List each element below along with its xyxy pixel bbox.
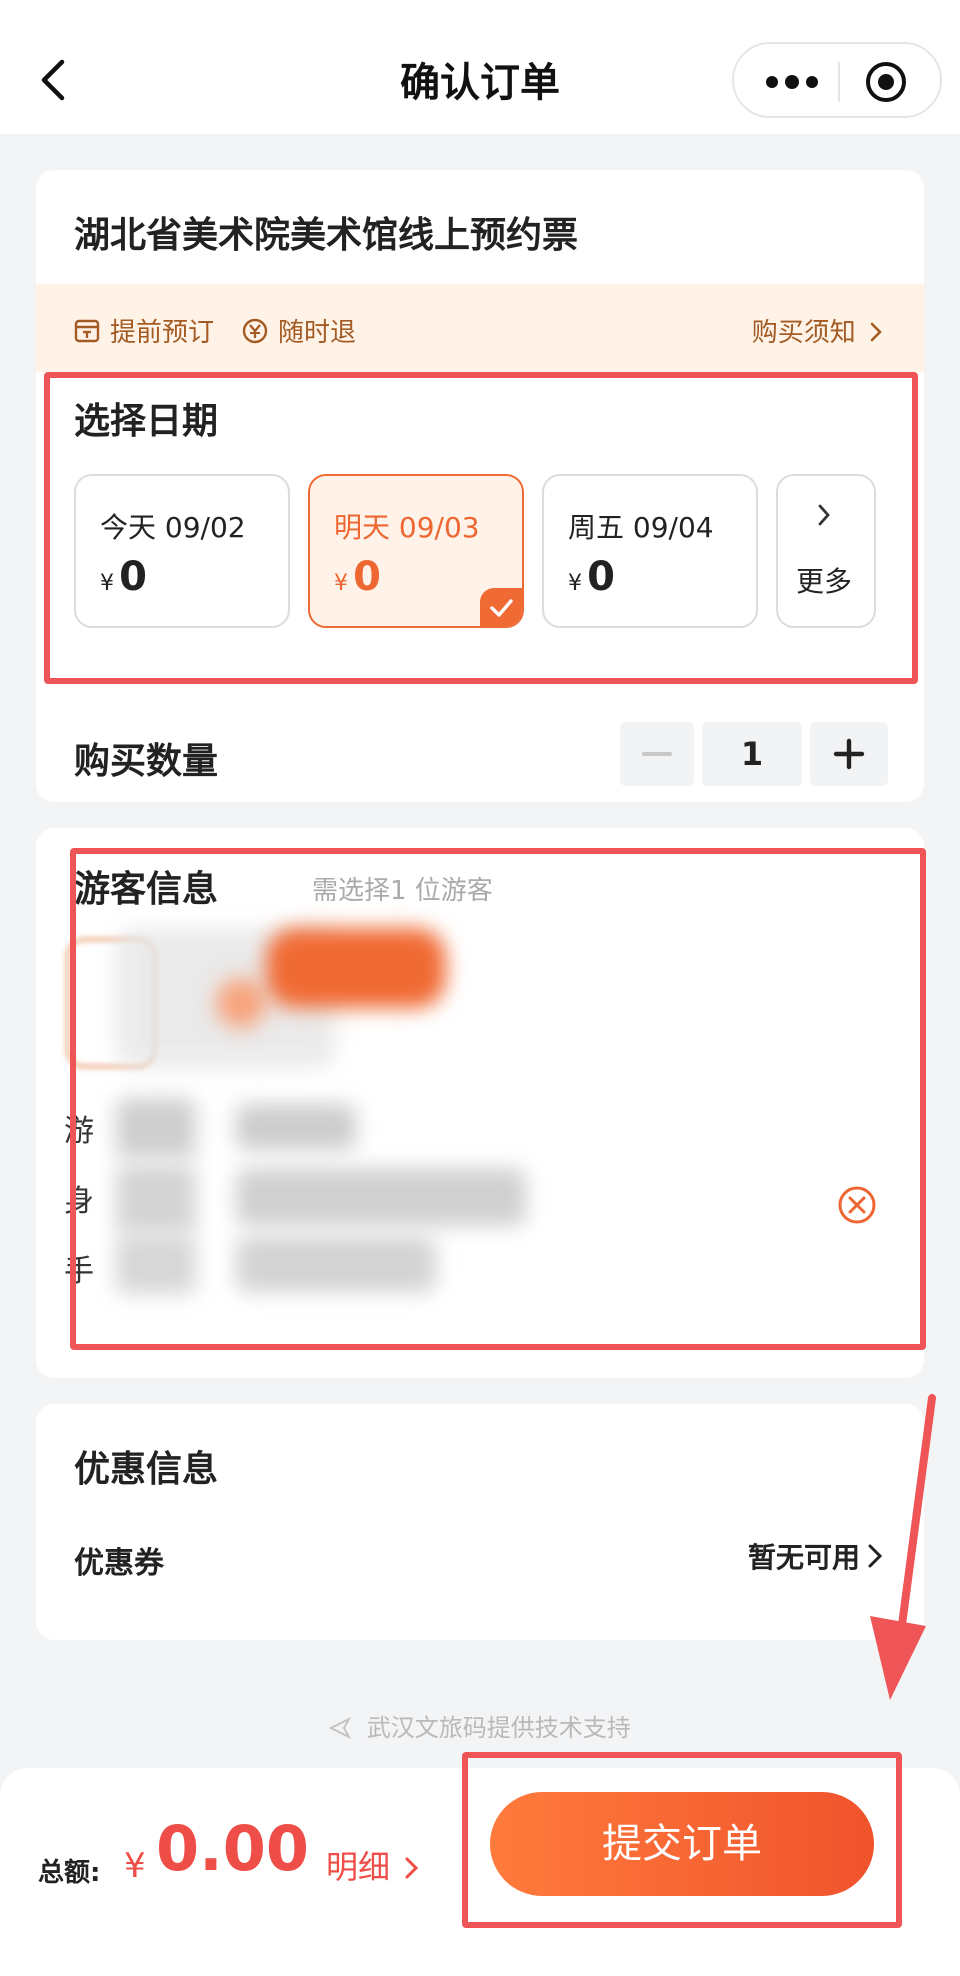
quantity-increase-button[interactable] xyxy=(810,722,888,786)
redacted-block xyxy=(116,1098,196,1158)
price-value: 0 xyxy=(119,554,147,600)
notice-label: 提前预订 xyxy=(110,318,215,348)
selected-check-badge xyxy=(480,588,522,626)
redacted-visitor-area xyxy=(66,918,656,1318)
detail-label: 明细 xyxy=(326,1848,391,1886)
capsule-divider xyxy=(838,62,840,102)
redacted-block xyxy=(116,1234,196,1294)
visitor-section-title: 游客信息 xyxy=(74,869,219,910)
date-price: ¥ 0 xyxy=(334,554,381,600)
navigation-bar: 确认订单 xyxy=(0,0,960,134)
visitor-card: 游客信息 需选择1 位游客 游 身 手 xyxy=(36,828,924,1378)
purchase-notice-label: 购买须知 xyxy=(751,318,856,348)
notice-label: 随时退 xyxy=(278,318,357,348)
total-label: 总额: xyxy=(38,1858,101,1888)
date-price: ¥ 0 xyxy=(100,554,147,600)
total-currency: ¥ xyxy=(124,1846,146,1886)
pointer-arrow-icon xyxy=(870,1394,936,1700)
minus-icon xyxy=(642,752,672,756)
chevron-right-icon xyxy=(870,322,882,342)
calendar-icon xyxy=(74,319,100,342)
date-label: 今天 09/02 xyxy=(100,511,246,544)
discount-section-title: 优惠信息 xyxy=(74,1449,219,1490)
visitor-row-label: 身 xyxy=(64,1184,94,1219)
currency-symbol: ¥ xyxy=(334,571,348,596)
bottom-action-bar: 总额: ¥ 0.00 明细 提交订单 xyxy=(0,1768,960,1976)
visitor-hint: 需选择1 位游客 xyxy=(312,876,493,906)
redacted-block xyxy=(116,1164,196,1234)
more-dates-button[interactable]: 更多 xyxy=(776,474,876,628)
close-circle-icon xyxy=(838,1186,876,1224)
quantity-decrease-button[interactable] xyxy=(620,722,694,786)
refund-icon xyxy=(242,318,268,343)
notice-advance-booking: 提前预订 xyxy=(72,312,214,349)
date-label: 明天 09/03 xyxy=(334,511,480,544)
quantity-label: 购买数量 xyxy=(74,741,219,782)
coupon-value: 暂无可用 xyxy=(747,1541,860,1574)
date-option-tomorrow[interactable]: 明天 09/03 ¥ 0 xyxy=(308,474,524,628)
tech-support-label: 武汉文旅码提供技术支持 xyxy=(366,1714,631,1742)
date-option-today[interactable]: 今天 09/02 ¥ 0 xyxy=(74,474,290,628)
redacted-block xyxy=(236,1168,526,1226)
submit-order-button[interactable]: 提交订单 xyxy=(490,1792,874,1896)
target-circle-icon xyxy=(866,62,906,102)
purchase-notice-link[interactable]: 购买须知 xyxy=(752,312,884,349)
redacted-block xyxy=(216,978,266,1028)
ticket-card: 湖北省美术院美术馆线上预约票 提前预订 随时退 购买须知 选择日期 今天 09/… xyxy=(36,170,924,802)
chevron-right-icon xyxy=(405,1857,419,1879)
mini-program-capsule xyxy=(732,42,942,118)
close-mini-program-button[interactable] xyxy=(864,60,908,104)
notice-refund-anytime: 随时退 xyxy=(240,312,356,349)
visitor-row-label: 手 xyxy=(64,1254,94,1289)
check-icon xyxy=(490,599,513,617)
chevron-right-icon xyxy=(816,502,832,535)
date-section-title: 选择日期 xyxy=(74,401,219,442)
price-value: 0 xyxy=(353,554,381,600)
notice-bar: 提前预订 随时退 购买须知 xyxy=(36,284,924,372)
date-option-friday[interactable]: 周五 09/04 ¥ 0 xyxy=(542,474,758,628)
price-value: 0 xyxy=(587,554,615,600)
currency-symbol: ¥ xyxy=(568,571,582,596)
ticket-name: 湖北省美术院美术馆线上预约票 xyxy=(74,215,579,256)
remove-visitor-button[interactable] xyxy=(836,1184,878,1230)
coupon-label: 优惠券 xyxy=(74,1546,164,1581)
redacted-visitor-button[interactable] xyxy=(266,928,446,1008)
discount-card: 优惠信息 优惠券 暂无可用 xyxy=(36,1404,924,1640)
more-dates-label: 更多 xyxy=(796,565,853,598)
tech-support-text: 武汉文旅码提供技术支持 xyxy=(0,1708,960,1743)
redacted-block xyxy=(236,1236,436,1292)
price-detail-link[interactable]: 明细 xyxy=(326,1842,420,1888)
visitor-row-label: 游 xyxy=(64,1114,94,1149)
redacted-block xyxy=(236,1104,356,1150)
date-label: 周五 09/04 xyxy=(568,511,714,544)
more-dots-icon xyxy=(766,75,818,89)
currency-symbol: ¥ xyxy=(100,571,114,596)
more-button[interactable] xyxy=(762,68,822,96)
send-arrow-icon xyxy=(328,1716,352,1740)
plus-icon xyxy=(833,738,865,770)
total-amount: 0.00 xyxy=(156,1812,309,1885)
quantity-value[interactable]: 1 xyxy=(702,722,802,786)
date-price: ¥ 0 xyxy=(568,554,615,600)
